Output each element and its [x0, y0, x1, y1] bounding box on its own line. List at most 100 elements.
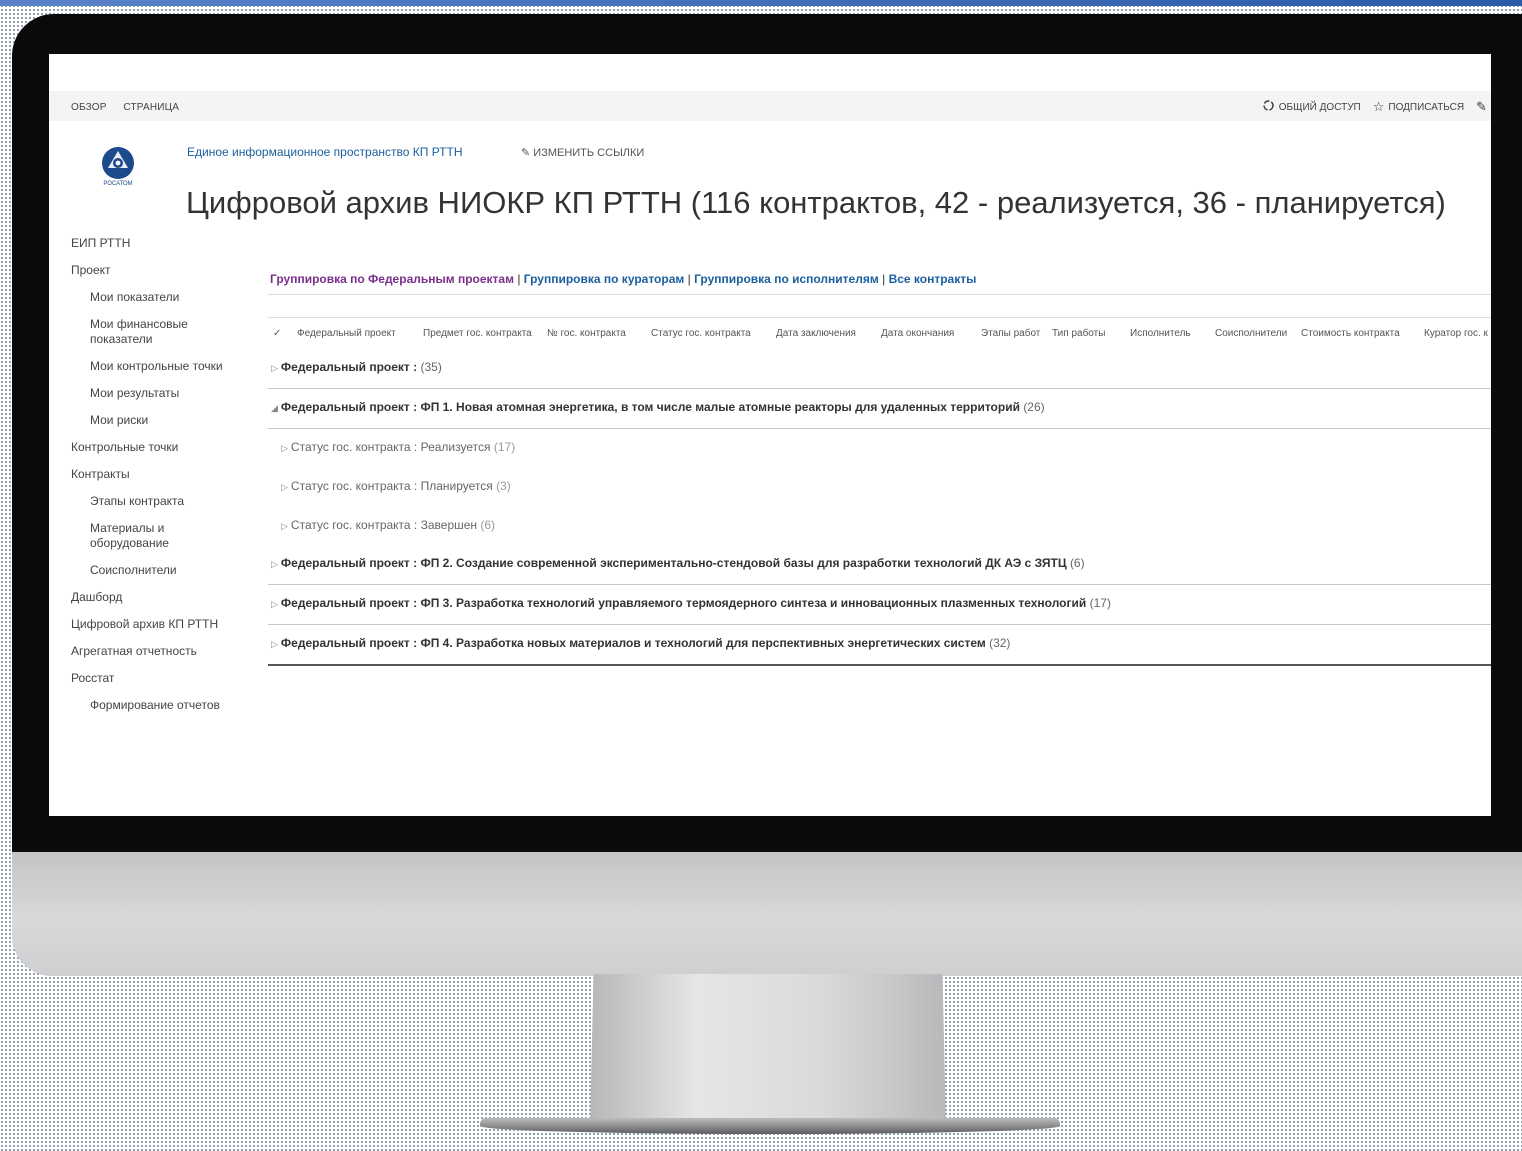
ribbon-bar: ОБЗОР СТРАНИЦА ОБЩИЙ ДОСТУП ☆ ПОДПИСАТЬС…: [49, 91, 1491, 121]
group-count: (32): [989, 636, 1011, 650]
col-coexecutors[interactable]: Соисполнители: [1215, 328, 1287, 339]
logo-text: РОСАТОМ: [103, 181, 133, 187]
subgroup-count: (17): [493, 440, 516, 454]
expand-icon[interactable]: ▷: [271, 559, 278, 569]
group-value: ФП 4. Разработка новых материалов и техн…: [420, 636, 986, 650]
expand-icon[interactable]: ▷: [281, 482, 288, 492]
nav-item-contracts[interactable]: Контракты: [71, 467, 241, 482]
expand-icon[interactable]: ▷: [281, 443, 288, 453]
nav-item-my-checkpoints[interactable]: Мои контрольные точки: [71, 359, 241, 374]
col-contract-cost[interactable]: Стоимость контракта: [1301, 328, 1400, 339]
separator: |: [687, 272, 691, 286]
collapse-icon[interactable]: ◢: [271, 403, 278, 413]
group-value: ФП 2. Создание современной экспериментал…: [420, 556, 1067, 570]
group-row[interactable]: ▷ Федеральный проект : ФП 2. Создание сов…: [268, 544, 1491, 585]
group-row[interactable]: ▷ Федеральный проект : ФП 4. Разработка н…: [268, 624, 1491, 666]
group-row[interactable]: ▷ Федеральный проект : (35): [268, 348, 1491, 389]
star-icon: ☆: [1372, 99, 1385, 114]
separator: |: [517, 272, 521, 286]
tab-browse[interactable]: ОБЗОР: [71, 102, 107, 113]
nav-item-rosstat[interactable]: Росстат: [71, 671, 241, 686]
nav-item-project[interactable]: Проект: [71, 263, 241, 278]
rosatom-logo[interactable]: РОСАТОМ: [93, 146, 143, 206]
group-label: Федеральный проект :: [280, 400, 418, 414]
group-count: (17): [1089, 596, 1111, 610]
page-title: Цифровой архив НИОКР КП РТТН (116 контра…: [186, 184, 1446, 220]
subgroup-value: Завершен: [420, 518, 478, 532]
left-navigation: ЕИП РТТН Проект Мои показатели Мои финан…: [71, 236, 241, 725]
subgroup-row[interactable]: ▷ Статус гос. контракта : Реализуется (17…: [268, 428, 1491, 468]
expand-icon[interactable]: ▷: [271, 639, 278, 649]
separator: |: [882, 272, 886, 286]
subgroup-label: Статус гос. контракта :: [290, 479, 418, 493]
group-row[interactable]: ▷ Федеральный проект : ФП 3. Разработка т…: [268, 584, 1491, 625]
follow-label: ПОДПИСАТЬСЯ: [1388, 101, 1465, 113]
nav-item-materials[interactable]: Материалы и оборудование: [71, 521, 241, 551]
col-executor[interactable]: Исполнитель: [1130, 328, 1191, 339]
nav-item-reports[interactable]: Формирование отчетов: [71, 698, 241, 713]
edit-links-button[interactable]: ✎ ИЗМЕНИТЬ ССЫЛКИ: [521, 146, 644, 159]
nav-item-eip[interactable]: ЕИП РТТН: [71, 236, 241, 251]
col-contract-number[interactable]: № гос. контракта: [547, 328, 626, 339]
group-count: (6): [1069, 556, 1085, 570]
nav-item-contract-stages[interactable]: Этапы контракта: [71, 494, 241, 509]
group-label: Федеральный проект :: [280, 596, 418, 610]
grouping-federal-link[interactable]: Группировка по Федеральным проектам: [270, 272, 514, 286]
follow-button[interactable]: ☆ ПОДПИСАТЬСЯ: [1373, 99, 1464, 115]
monitor-stand-foot: [480, 1118, 1060, 1134]
col-date-signed[interactable]: Дата заключения: [776, 328, 856, 339]
nav-item-my-indicators[interactable]: Мои показатели: [71, 290, 241, 305]
share-icon: [1262, 99, 1275, 115]
nav-item-my-financial[interactable]: Мои финансовые показатели: [71, 317, 241, 347]
subgroup-label: Статус гос. контракта :: [290, 440, 418, 454]
breadcrumb-link[interactable]: Единое информационное пространство КП РТ…: [187, 145, 462, 159]
nav-item-aggregate[interactable]: Агрегатная отчетность: [71, 644, 241, 659]
select-all-checkmark[interactable]: ✓: [273, 328, 281, 339]
group-row[interactable]: ◢ Федеральный проект : ФП 1. Новая атомна…: [268, 388, 1491, 429]
col-contract-subject[interactable]: Предмет гос. контракта: [423, 328, 532, 339]
expand-icon[interactable]: ▷: [271, 363, 278, 373]
group-count: (26): [1023, 400, 1045, 414]
subgroup-value: Планируется: [420, 479, 493, 493]
monitor-stand-neck: [590, 974, 946, 1124]
atom-logo-icon: [102, 147, 134, 179]
col-work-type[interactable]: Тип работы: [1052, 328, 1105, 339]
share-button[interactable]: ОБЩИЙ ДОСТУП: [1262, 99, 1361, 115]
group-count: (35): [420, 360, 442, 374]
expand-icon[interactable]: ▷: [271, 599, 278, 609]
divider: [268, 294, 1491, 295]
subgroup-count: (3): [496, 479, 511, 493]
subgroup-row[interactable]: ▷ Статус гос. контракта : Планируется (3): [268, 467, 1491, 507]
nav-item-my-risks[interactable]: Мои риски: [71, 413, 241, 428]
grouping-curators-link[interactable]: Группировка по кураторам: [524, 272, 684, 286]
pencil-icon: ✎: [521, 147, 531, 159]
col-curator[interactable]: Куратор гос. к: [1424, 328, 1488, 339]
column-header-row: ✓ Федеральный проект Предмет гос. контра…: [268, 317, 1491, 344]
edit-links-label: ИЗМЕНИТЬ ССЫЛКИ: [533, 147, 645, 159]
group-label: Федеральный проект :: [280, 636, 418, 650]
nav-item-dashboard[interactable]: Дашборд: [71, 590, 241, 605]
nav-item-my-results[interactable]: Мои результаты: [71, 386, 241, 401]
monitor-screen: ОБЗОР СТРАНИЦА ОБЩИЙ ДОСТУП ☆ ПОДПИСАТЬС…: [49, 54, 1491, 816]
subgroup-label: Статус гос. контракта :: [290, 518, 418, 532]
share-label: ОБЩИЙ ДОСТУП: [1278, 101, 1361, 113]
nav-item-checkpoints[interactable]: Контрольные точки: [71, 440, 241, 455]
col-federal-project[interactable]: Федеральный проект: [297, 328, 396, 339]
expand-icon[interactable]: ▷: [281, 521, 288, 531]
subgroup-value: Реализуется: [420, 440, 491, 454]
monitor-chin: [12, 852, 1522, 976]
group-label: Федеральный проект :: [280, 556, 418, 570]
nav-item-coexecutors[interactable]: Соисполнители: [71, 563, 241, 578]
all-contracts-link[interactable]: Все контракты: [889, 272, 977, 286]
col-stages[interactable]: Этапы работ: [981, 328, 1040, 339]
nav-item-digital-archive[interactable]: Цифровой архив КП РТТН: [71, 617, 241, 632]
pencil-icon[interactable]: ✎: [1476, 99, 1487, 115]
col-contract-status[interactable]: Статус гос. контракта: [651, 328, 751, 339]
col-date-end[interactable]: Дата окончания: [881, 328, 954, 339]
top-accent-band: [0, 0, 1522, 6]
subgroup-row[interactable]: ▷ Статус гос. контракта : Завершен (6): [268, 506, 1491, 546]
grouping-executors-link[interactable]: Группировка по исполнителям: [694, 272, 879, 286]
group-value: ФП 3. Разработка технологий управляемого…: [420, 596, 1087, 610]
tab-page[interactable]: СТРАНИЦА: [123, 102, 179, 113]
group-value: ФП 1. Новая атомная энергетика, в том чи…: [420, 400, 1020, 414]
